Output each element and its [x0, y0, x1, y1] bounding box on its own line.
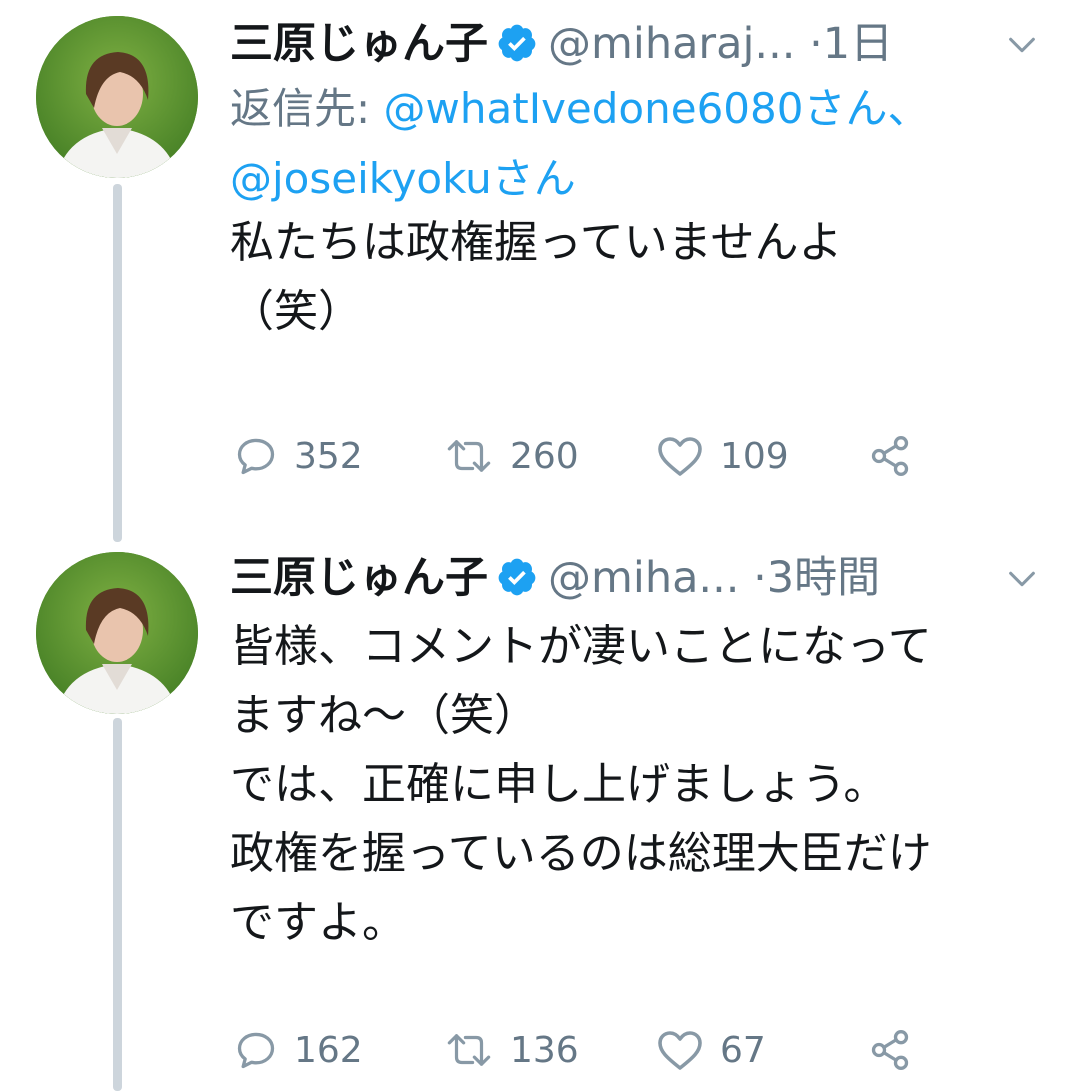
- reply-button[interactable]: 352: [234, 434, 444, 478]
- author-name[interactable]: 三原じゅん子: [230, 553, 488, 603]
- chevron-down-icon[interactable]: [1005, 28, 1039, 62]
- tweet-text: 皆様、コメントが凄いことになって ますね〜（笑） では、正確に申し上げましょう。…: [230, 621, 932, 948]
- verified-badge-icon: [498, 24, 536, 62]
- reply-button[interactable]: 162: [234, 1028, 444, 1072]
- reply-prefix: 返信先:: [230, 84, 384, 133]
- avatar[interactable]: [36, 552, 198, 714]
- reply-icon: [237, 1032, 275, 1069]
- chevron-down-icon[interactable]: [1005, 562, 1039, 596]
- retweet-button[interactable]: 136: [444, 1028, 656, 1072]
- tweet[interactable]: 三原じゅん子 @miharaj... ·1日 返信先: @whatIvedone6…: [230, 14, 1039, 346]
- reply-count: 352: [294, 435, 363, 477]
- share-icon: [871, 436, 909, 476]
- author-name[interactable]: 三原じゅん子: [230, 19, 488, 69]
- separator-dot: ·: [809, 19, 823, 69]
- share-button[interactable]: [866, 1028, 914, 1072]
- mention-link[interactable]: @joseikyokuさん: [230, 154, 576, 203]
- like-button[interactable]: 67: [656, 1028, 866, 1072]
- tweet-header: 三原じゅん子 @miha... ·3時間: [230, 548, 1039, 608]
- author-handle[interactable]: @miha...: [548, 553, 739, 603]
- separator-dot: ·: [753, 553, 767, 603]
- retweet-button[interactable]: 260: [444, 434, 656, 478]
- thread-connector: [113, 718, 122, 1091]
- reply-context: 返信先: @whatIvedone6080さん、 @joseikyokuさん: [230, 74, 1039, 214]
- tweet-actions: 352 260 109: [234, 426, 914, 486]
- mention-link[interactable]: @whatIvedone6080さん、: [384, 84, 930, 133]
- tweet-text: 私たちは政権握っていませんよ （笑）: [230, 217, 843, 337]
- tweet-timestamp[interactable]: 1日: [823, 19, 893, 69]
- tweet-header: 三原じゅん子 @miharaj... ·1日: [230, 14, 1039, 74]
- heart-icon: [658, 1031, 702, 1070]
- tweet-timestamp[interactable]: 3時間: [767, 553, 880, 603]
- share-button[interactable]: [866, 434, 914, 478]
- tweet[interactable]: 三原じゅん子 @miha... ·3時間 皆様、コメントが凄いことになって ますね…: [230, 548, 1039, 957]
- reply-count: 162: [294, 1029, 363, 1071]
- retweet-count: 136: [510, 1029, 579, 1071]
- verified-badge-icon: [498, 558, 536, 596]
- retweet-icon: [447, 440, 491, 472]
- share-icon: [871, 1030, 909, 1070]
- retweet-icon: [447, 1034, 491, 1066]
- author-handle[interactable]: @miharaj...: [548, 19, 795, 69]
- heart-icon: [658, 437, 702, 476]
- thread-connector: [113, 184, 122, 542]
- avatar[interactable]: [36, 16, 198, 178]
- like-button[interactable]: 109: [656, 434, 866, 478]
- like-count: 109: [720, 435, 789, 477]
- retweet-count: 260: [510, 435, 579, 477]
- like-count: 67: [720, 1029, 766, 1071]
- tweet-actions: 162 136 67: [234, 1020, 914, 1080]
- reply-icon: [237, 438, 275, 475]
